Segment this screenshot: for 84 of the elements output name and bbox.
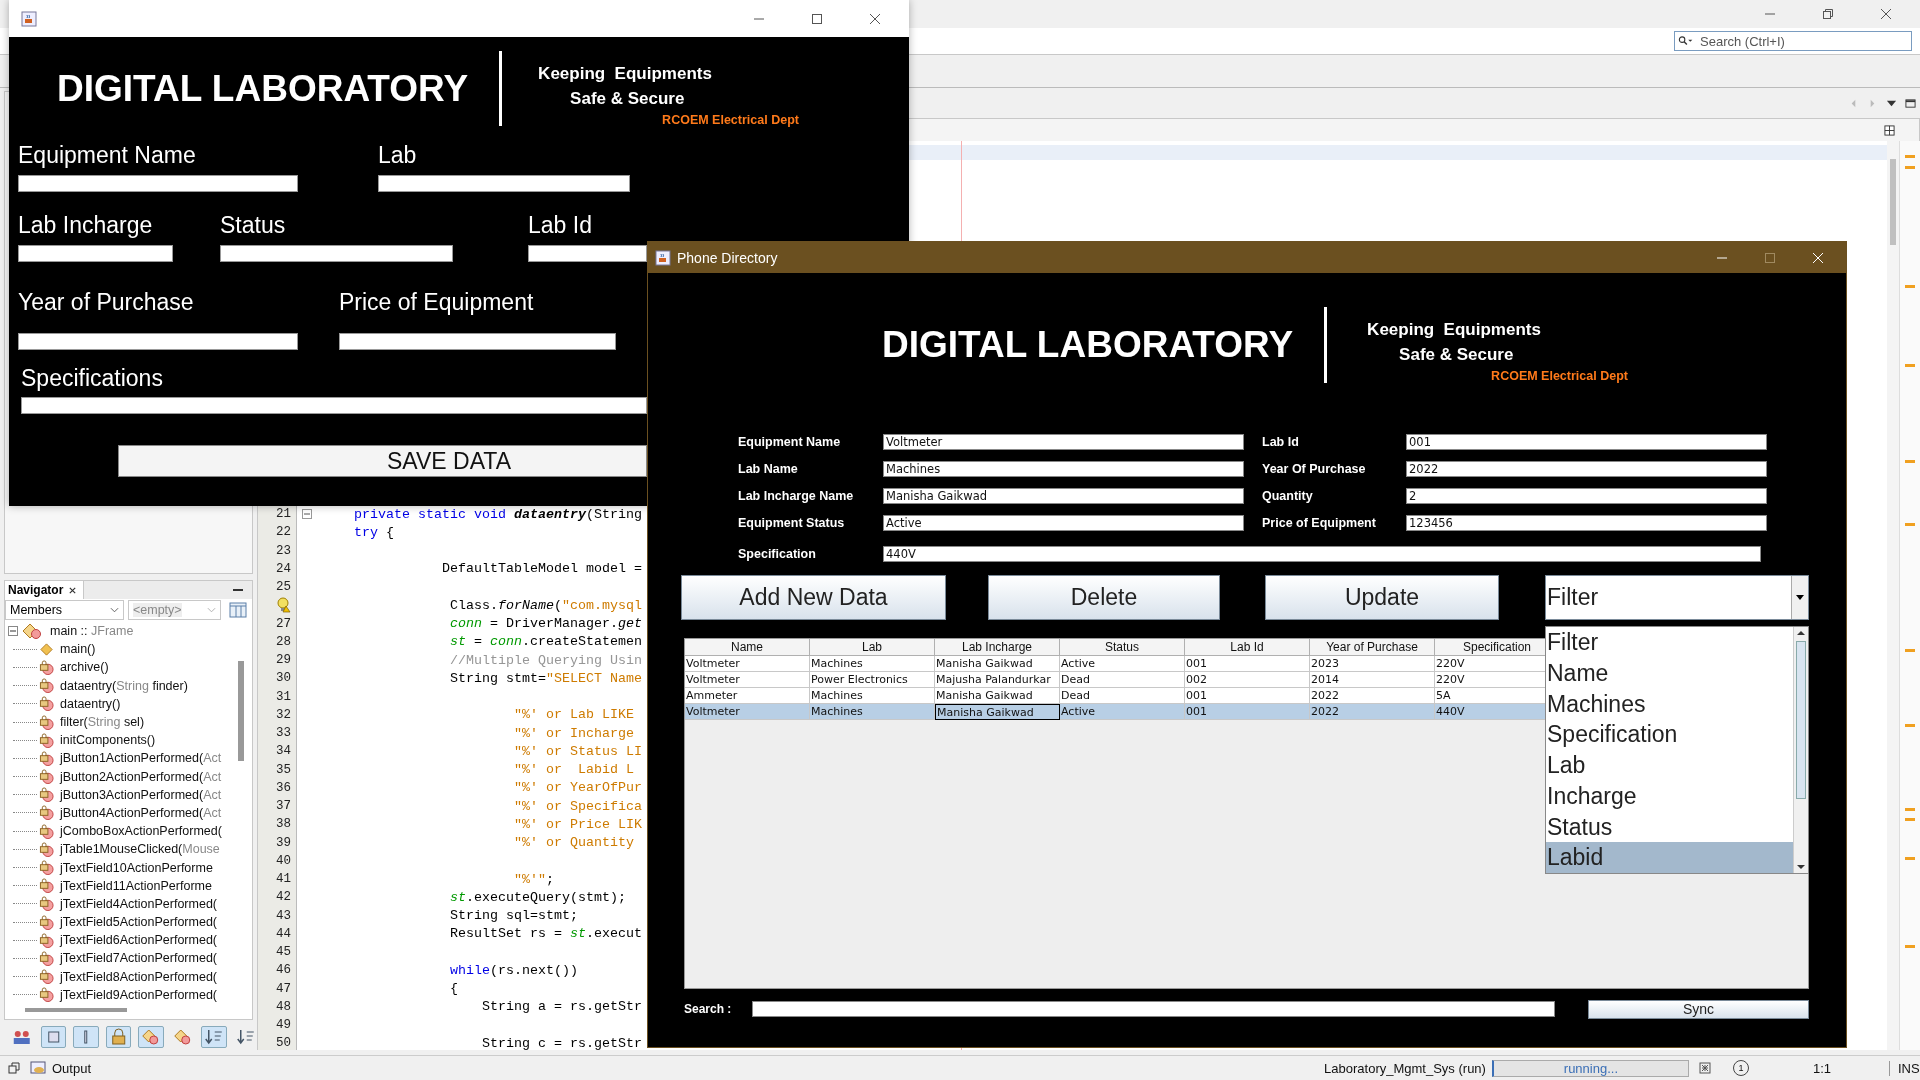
field-label: Equipment Status — [738, 516, 846, 530]
line-number: 33 — [275, 726, 291, 741]
code-line: String c = rs.getStr — [480, 1035, 642, 1051]
line-number: 50 — [275, 1036, 291, 1051]
code-line: "%' or YearOfPur — [512, 780, 642, 796]
code-line: "%' or Lab LIKE — [512, 707, 634, 723]
line-number: 29 — [275, 653, 291, 668]
line-number: 34 — [275, 744, 291, 759]
line-number: 23 — [275, 543, 291, 558]
line-number: 22 — [275, 525, 291, 540]
field-label: Year Of Purchase — [1262, 462, 1367, 476]
tagline: Safe & Secure — [1399, 345, 1515, 366]
line-number: 30 — [275, 671, 291, 686]
task-status: running... — [1491, 1059, 1689, 1077]
project-status: Laboratory_Mgmt_Sys (run) — [1324, 1060, 1486, 1076]
code-line: "%'"; — [512, 871, 554, 887]
line-number: 40 — [275, 853, 291, 868]
code-line: try { — [353, 524, 394, 540]
field-label: Price of Equipment — [1262, 516, 1377, 530]
line-number: 43 — [275, 908, 291, 923]
code-line: conn = DriverManager.get — [448, 616, 642, 632]
field-label: Specifications — [21, 364, 164, 392]
code-line: Class.forName("com.mysql — [448, 597, 642, 613]
line-number: 49 — [275, 1018, 291, 1033]
line-number: 37 — [275, 799, 291, 814]
line-number: 32 — [275, 707, 291, 722]
search-label: Search : — [684, 1002, 733, 1016]
line-number: 24 — [275, 561, 291, 576]
field-label: Equipment Name — [18, 141, 197, 169]
code-line: while(rs.next()) — [448, 962, 578, 978]
line-number: 39 — [275, 835, 291, 850]
code-line: //Multiple Querying Usin — [448, 652, 642, 668]
line-number: 21 — [275, 507, 291, 522]
line-number: 31 — [275, 689, 291, 704]
field-label: Lab Incharge Name — [738, 489, 855, 503]
line-number: 36 — [275, 780, 291, 795]
code-line: String stmt="SELECT Name — [448, 670, 642, 686]
code-line: "%' or Labid L — [512, 762, 634, 778]
line-number: 25 — [275, 580, 291, 595]
field-label: Lab Id — [1262, 435, 1300, 449]
code-line: st = conn.createStatemen — [448, 634, 642, 650]
field-label: Year of Purchase — [18, 288, 195, 316]
field-label: Lab Name — [738, 462, 799, 476]
line-number: 41 — [275, 872, 291, 887]
department-label: RCOEM Electrical Dept — [662, 113, 799, 127]
code-line: String sql=stmt; — [448, 908, 578, 924]
code-line: "%' or Quantity — [512, 835, 634, 851]
insert-mode: INS — [1889, 1060, 1920, 1076]
field-label: Status — [220, 211, 287, 239]
line-number: 27 — [275, 616, 291, 631]
department-label: RCOEM Electrical Dept — [1491, 369, 1628, 383]
caret-position: 1:1 — [1812, 1060, 1831, 1076]
line-number: 44 — [275, 926, 291, 941]
code-line: "%' or Price LIK — [512, 816, 642, 832]
line-number: 38 — [275, 817, 291, 832]
code-line: "%' or Status LI — [512, 743, 642, 759]
field-label: Lab Id — [528, 211, 593, 239]
app-title: DIGITAL LABORATORY — [882, 324, 1294, 366]
field-label: Quantity — [1262, 489, 1314, 503]
code-line: "%' or Incharge — [512, 725, 634, 741]
line-number: 35 — [275, 762, 291, 777]
code-line: "%' or Specifica — [512, 798, 642, 814]
field-label: Equipment Name — [738, 435, 842, 449]
code-line: private static void dataentry(String — [353, 506, 642, 522]
code-line: DefaultTableModel model = — [440, 561, 642, 577]
tagline: Safe & Secure — [570, 89, 686, 110]
code-line: { — [448, 981, 458, 997]
line-number: 46 — [275, 963, 291, 978]
line-number: 42 — [275, 890, 291, 905]
code-line: ResultSet rs = st.execut — [448, 926, 642, 942]
tagline: Keeping Equipments — [538, 64, 713, 85]
field-label: Lab — [378, 141, 418, 169]
window-title: Phone Directory — [677, 249, 778, 266]
code-line: st.executeQuery(stmt); — [448, 889, 626, 905]
line-number: 28 — [275, 634, 291, 649]
line-number: 45 — [275, 945, 291, 960]
field-label: Specification — [738, 547, 817, 561]
tagline: Keeping Equipments — [1367, 320, 1542, 341]
field-label: Price of Equipment — [339, 288, 535, 316]
app-title: DIGITAL LABORATORY — [57, 67, 469, 110]
line-number: 47 — [275, 981, 291, 996]
line-number: 48 — [275, 999, 291, 1014]
code-line: String a = rs.getStr — [480, 999, 642, 1015]
field-label: Lab Incharge — [18, 211, 154, 239]
